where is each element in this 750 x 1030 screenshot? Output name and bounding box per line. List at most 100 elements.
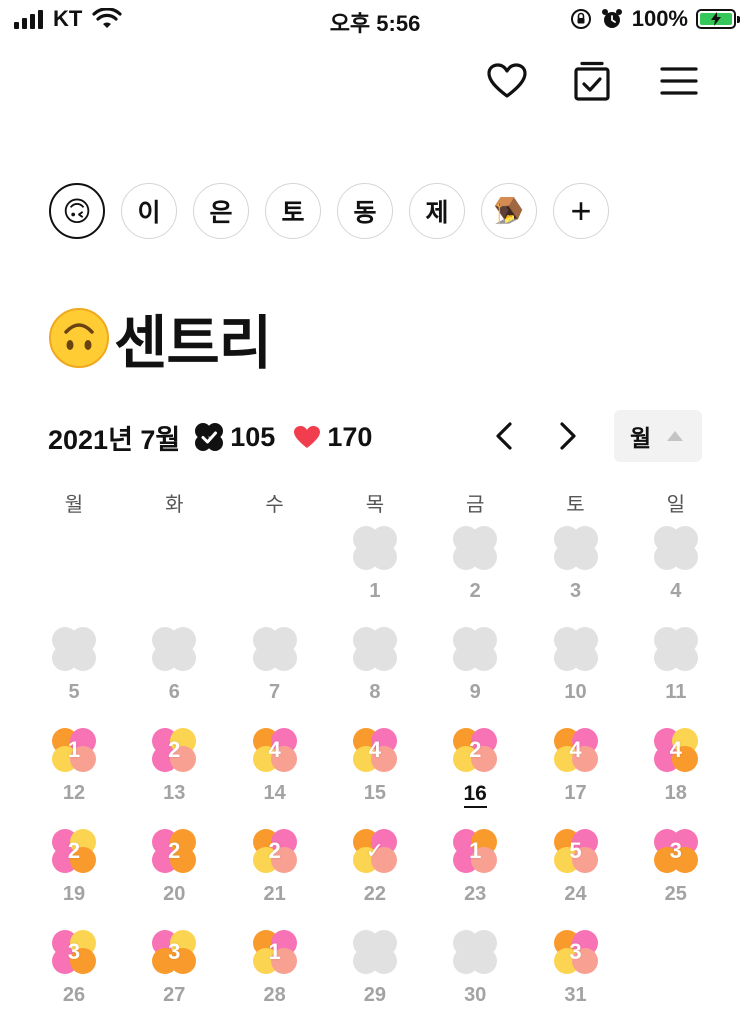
calendar-day[interactable]: 3 xyxy=(526,526,626,626)
heart-count: 170 xyxy=(327,421,373,452)
calendar-day[interactable]: 8 xyxy=(325,627,425,727)
calendar-day[interactable]: 1 23 xyxy=(425,829,525,929)
flower-icon xyxy=(453,627,498,671)
group-chip[interactable]: 🪤 xyxy=(481,183,537,239)
weekday-label: 일 xyxy=(666,494,685,516)
day-number: 20 xyxy=(163,883,186,905)
day-number: 19 xyxy=(62,883,86,905)
status-right: 100% xyxy=(570,6,740,32)
day-number: 8 xyxy=(369,681,381,703)
calendar-day[interactable]: 29 xyxy=(325,930,425,1030)
day-number: 15 xyxy=(363,782,387,804)
calendar-day[interactable]: 6 xyxy=(124,627,224,727)
flower-icon: 4 xyxy=(352,728,397,772)
calendar-day[interactable]: 4 15 xyxy=(325,728,425,828)
flower-icon xyxy=(52,627,96,671)
calendar-day[interactable]: 1 xyxy=(325,526,425,626)
next-month-button[interactable] xyxy=(548,416,588,456)
calendar-day[interactable]: 2 13 xyxy=(124,728,224,828)
status-bar: KT 오후 5:56 100% xyxy=(0,0,750,40)
day-number: 23 xyxy=(464,883,487,905)
menu-button[interactable] xyxy=(656,58,702,104)
group-chip[interactable]: 이 xyxy=(121,183,177,239)
calendar-day[interactable]: 10 xyxy=(526,627,626,727)
day-number: 2 xyxy=(469,580,481,602)
day-entry-count: ✓ xyxy=(365,838,385,863)
group-chip-label: 토 xyxy=(281,199,305,227)
rotation-lock-icon xyxy=(570,9,591,29)
heart-filled-icon xyxy=(294,426,321,448)
group-chip[interactable]: 동 xyxy=(337,183,393,239)
calendar-day[interactable]: 3 25 xyxy=(626,829,726,929)
flower-icon xyxy=(352,526,397,570)
calendar-day[interactable]: 5 xyxy=(24,627,124,727)
flower-icon: 1 xyxy=(453,829,498,873)
calendar-day[interactable]: 1 28 xyxy=(225,930,325,1030)
group-chip[interactable]: 제 xyxy=(409,183,465,239)
flower-icon xyxy=(252,627,297,671)
calendar-day[interactable]: 2 19 xyxy=(24,829,124,929)
calendar-day[interactable]: 7 xyxy=(225,627,325,727)
day-number: 26 xyxy=(62,984,86,1006)
day-number: 17 xyxy=(564,782,587,804)
calendar-day[interactable]: 2 21 xyxy=(225,829,325,929)
calendar-day[interactable]: 4 xyxy=(626,526,726,626)
check-count: 105 xyxy=(230,421,276,452)
calendar-day[interactable]: 3 31 xyxy=(526,930,626,1030)
calendar-day[interactable]: 3 27 xyxy=(124,930,224,1030)
flower-icon xyxy=(152,627,197,671)
day-number: 12 xyxy=(62,782,86,804)
calendar-day[interactable]: 4 14 xyxy=(225,728,325,828)
group-chip-label: 은 xyxy=(209,199,233,227)
weekday-label: 수 xyxy=(265,494,284,516)
day-number: 6 xyxy=(168,681,180,703)
flower-icon: 2 xyxy=(52,829,96,873)
calendar-day[interactable]: 4 17 xyxy=(526,728,626,828)
group-chip[interactable]: 토 xyxy=(265,183,321,239)
add-group-button[interactable]: + xyxy=(553,183,609,239)
day-number: 18 xyxy=(664,782,687,804)
battery-percent: 100% xyxy=(631,6,688,31)
calendar-day[interactable]: 2 20 xyxy=(124,829,224,929)
favorites-button[interactable] xyxy=(484,58,530,104)
day-number: 31 xyxy=(564,984,587,1006)
weekday-label: 화 xyxy=(165,494,184,516)
flower-icon: 2 xyxy=(453,728,498,772)
prev-month-button[interactable] xyxy=(484,416,524,456)
flower-icon xyxy=(453,930,498,974)
calendar-day[interactable]: 2 16 xyxy=(425,728,525,828)
calendar-day[interactable]: 1 12 xyxy=(24,728,124,828)
flower-icon xyxy=(653,526,698,570)
group-chip-label: 동 xyxy=(353,199,377,227)
group-chip-label: 🙃 xyxy=(62,195,92,227)
calendar-day[interactable]: 2 xyxy=(425,526,525,626)
calendar-day[interactable]: 11 xyxy=(626,627,726,727)
flower-icon: 4 xyxy=(653,728,698,772)
day-number-today: 16 xyxy=(425,782,525,808)
calendar-day[interactable]: 3 26 xyxy=(24,930,124,1030)
group-chip[interactable]: 은 xyxy=(193,183,249,239)
flower-icon: 4 xyxy=(553,728,598,772)
calendar-day[interactable]: ✓ 22 xyxy=(325,829,425,929)
calendar-day[interactable]: 4 18 xyxy=(626,728,726,828)
flower-icon xyxy=(352,627,397,671)
battery-icon xyxy=(696,9,740,29)
group-chip[interactable]: 🙃 xyxy=(49,183,105,239)
flower-icon: 1 xyxy=(52,728,96,772)
flower-icon: 2 xyxy=(252,829,297,873)
caret-up-icon xyxy=(667,431,684,441)
day-number: 22 xyxy=(363,883,387,905)
calendar-day[interactable]: 9 xyxy=(425,627,525,727)
upside-down-face-emoji xyxy=(49,308,109,368)
checklist-button[interactable] xyxy=(569,58,615,104)
day-number: 3 xyxy=(569,580,582,602)
alarm-icon xyxy=(601,9,622,28)
day-number: 13 xyxy=(163,782,186,804)
group-chip-label: 🪤 xyxy=(493,196,525,225)
view-mode-select[interactable]: 월 xyxy=(614,410,702,462)
calendar-day[interactable]: 5 24 xyxy=(526,829,626,929)
day-entry-count: 3 xyxy=(168,939,181,964)
calendar-day[interactable]: 30 xyxy=(425,930,525,1030)
day-entry-count: 3 xyxy=(569,939,582,964)
day-number: 14 xyxy=(263,782,286,804)
